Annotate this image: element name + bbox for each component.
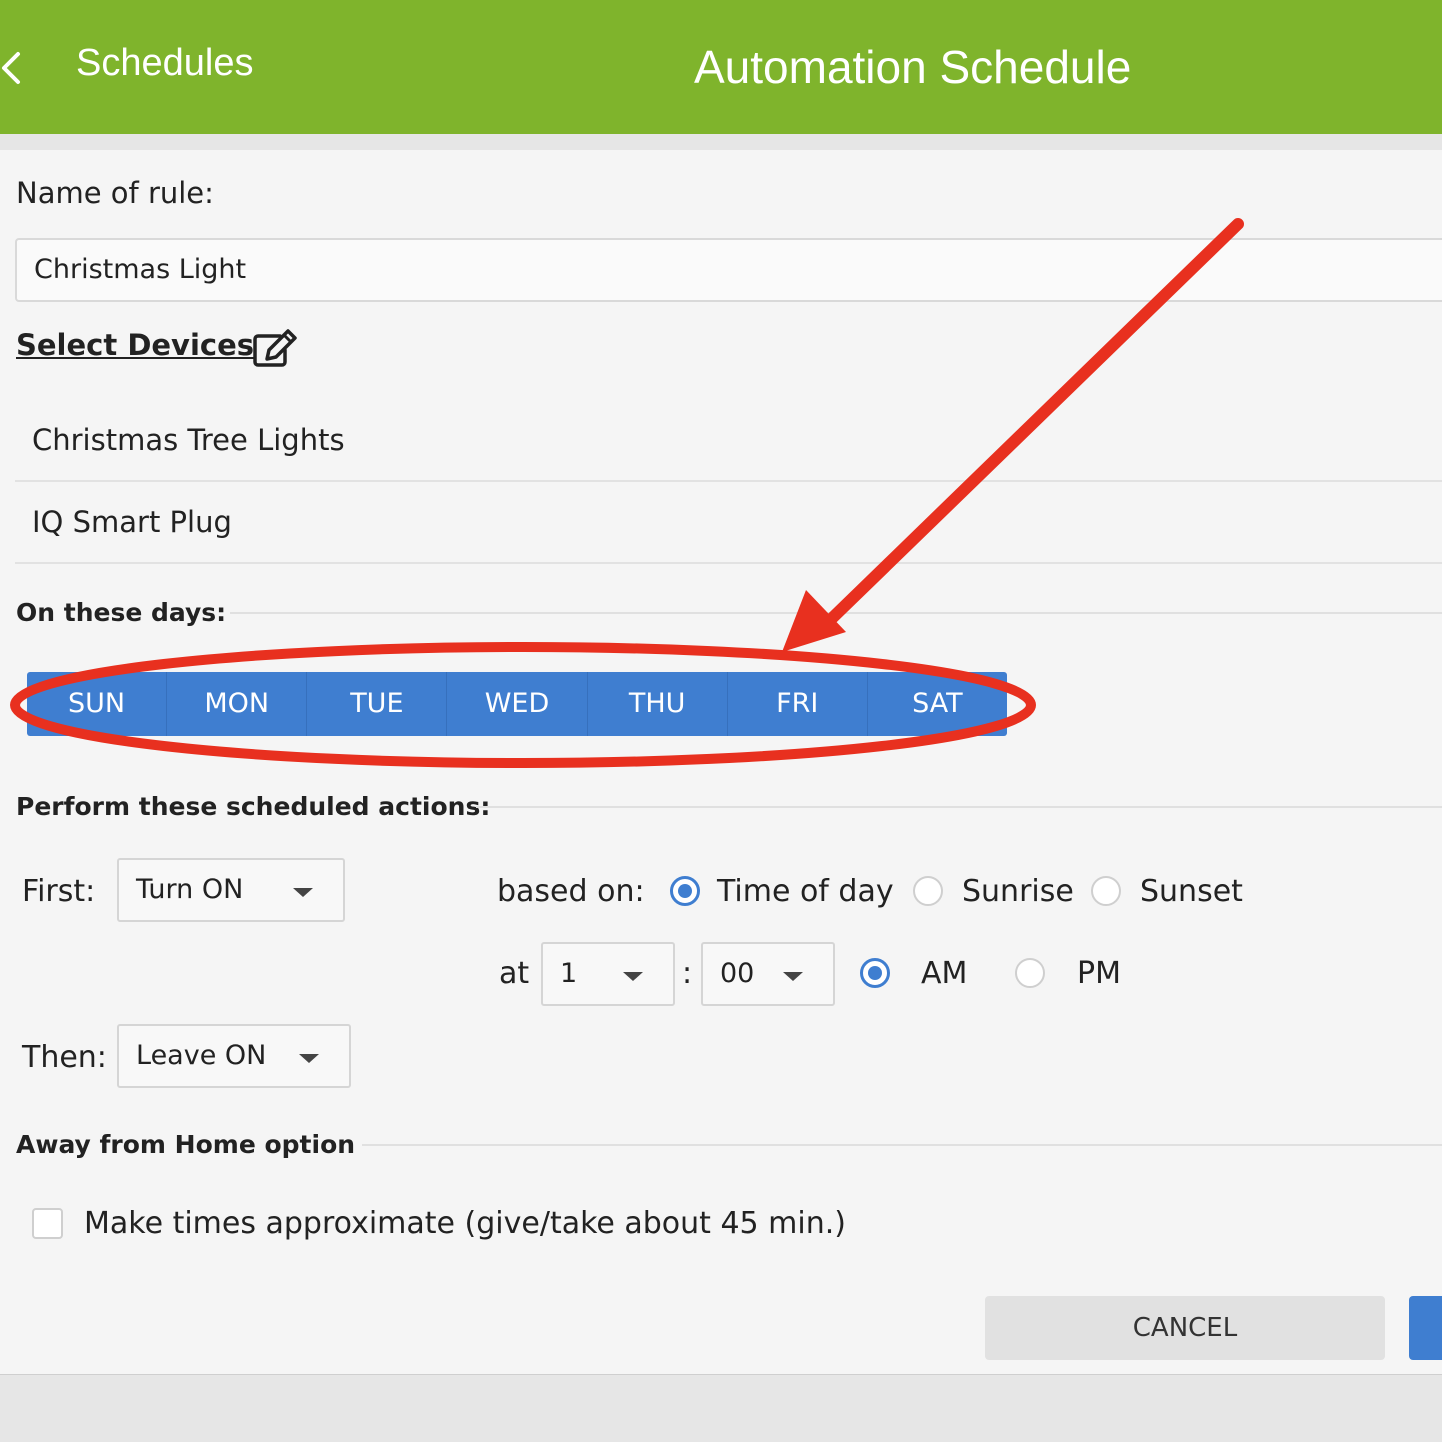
at-label: at: [499, 956, 530, 991]
rule-name-input[interactable]: Christmas Light: [15, 238, 1442, 302]
based-on-label: based on:: [497, 874, 645, 909]
back-button[interactable]: Schedules: [76, 42, 253, 85]
first-label: First:: [22, 874, 96, 909]
then-label: Then:: [22, 1040, 107, 1075]
day-sun-button[interactable]: SUN: [27, 672, 168, 736]
section-divider: [362, 1144, 1442, 1146]
hour-value: 1: [560, 958, 578, 989]
day-mon-button[interactable]: MON: [167, 672, 308, 736]
minute-value: 00: [720, 958, 755, 989]
hour-select[interactable]: 1: [541, 942, 675, 1006]
approximate-times-checkbox[interactable]: [32, 1208, 63, 1239]
page-title: Automation Schedule: [694, 41, 1132, 93]
radio-am[interactable]: [860, 958, 890, 988]
minute-select[interactable]: 00: [701, 942, 835, 1006]
day-sat-button[interactable]: SAT: [868, 672, 1007, 736]
day-selector: SUN MON TUE WED THU FRI SAT: [27, 672, 1007, 736]
sunset-label: Sunset: [1140, 874, 1243, 909]
time-of-day-label: Time of day: [717, 874, 894, 909]
time-colon: :: [682, 956, 693, 991]
chevron-left-icon[interactable]: [0, 48, 30, 88]
away-section-title: Away from Home option: [16, 1130, 356, 1159]
radio-time-of-day[interactable]: [670, 876, 700, 906]
radio-sunrise[interactable]: [913, 876, 943, 906]
approximate-times-label: Make times approximate (give/take about …: [84, 1206, 846, 1241]
days-section-title: On these days:: [16, 598, 227, 627]
first-action-select[interactable]: Turn ON: [117, 858, 345, 922]
pm-label: PM: [1077, 956, 1121, 991]
then-action-value: Leave ON: [136, 1040, 267, 1071]
caret-down-icon: [623, 972, 643, 981]
schedule-form: Name of rule: Christmas Light Select Dev…: [0, 150, 1442, 1375]
then-action-select[interactable]: Leave ON: [117, 1024, 351, 1088]
am-label: AM: [921, 956, 968, 991]
caret-down-icon: [293, 888, 313, 897]
section-divider: [230, 612, 1442, 614]
radio-pm[interactable]: [1015, 958, 1045, 988]
cancel-button[interactable]: CANCEL: [985, 1296, 1385, 1360]
device-row: IQ Smart Plug: [15, 482, 1442, 564]
caret-down-icon: [299, 1054, 319, 1063]
day-thu-button[interactable]: THU: [588, 672, 728, 736]
rule-name-label: Name of rule:: [16, 176, 214, 210]
first-action-value: Turn ON: [136, 874, 244, 905]
caret-down-icon: [783, 972, 803, 981]
day-fri-button[interactable]: FRI: [728, 672, 868, 736]
save-button[interactable]: [1409, 1296, 1442, 1360]
day-tue-button[interactable]: TUE: [307, 672, 448, 736]
section-divider: [476, 806, 1442, 808]
actions-section-title: Perform these scheduled actions:: [16, 792, 491, 821]
edit-icon[interactable]: [252, 328, 298, 368]
select-devices-link[interactable]: Select Devices: [16, 328, 254, 362]
app-header: Schedules Automation Schedule: [0, 0, 1442, 134]
device-row: Christmas Tree Lights: [15, 400, 1442, 482]
sunrise-label: Sunrise: [962, 874, 1074, 909]
radio-sunset[interactable]: [1091, 876, 1121, 906]
day-wed-button[interactable]: WED: [447, 672, 588, 736]
